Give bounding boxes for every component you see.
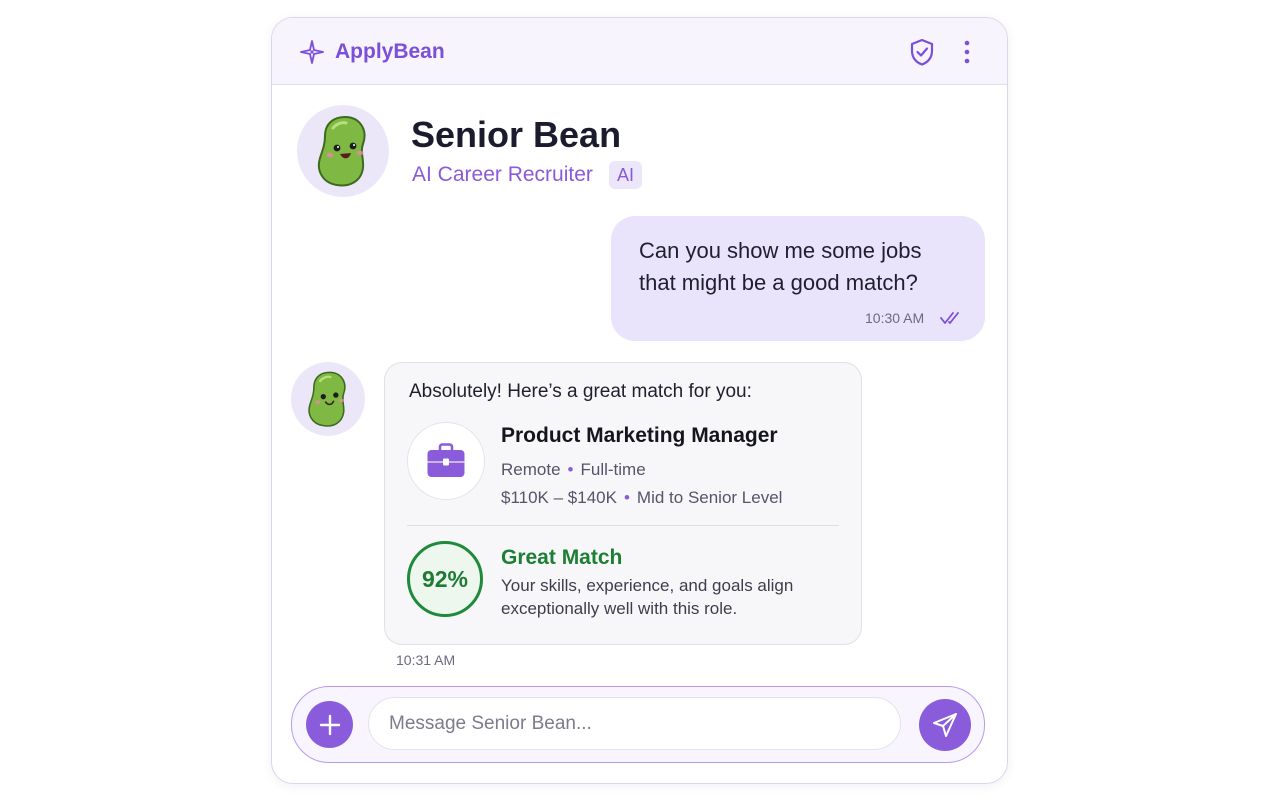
bean-mascot-icon [318,115,366,187]
user-message-bubble: Can you show me some jobs that might be … [611,216,985,341]
job-salary: $110K – $140K [501,488,617,507]
job-title[interactable]: Product Marketing Manager [501,424,778,448]
bot-message-time: 10:31 AM [396,652,456,668]
message-input[interactable] [368,697,901,750]
job-meta-row: $110K – $140K • Mid to Senior Level [501,488,782,508]
profile-name: Senior Bean [411,114,622,155]
match-score-ring: 92% [407,541,483,617]
user-message-text: Can you show me some jobs that might be … [639,238,922,295]
divider [407,525,839,526]
user-message-time: 10:30 AM [865,310,925,326]
bean-mascot-icon [308,371,346,427]
chat-window: ApplyBean Senior Bean AI Career Recruite… [271,17,1008,784]
bot-message-bubble: Absolutely! Here’s a great match for you… [384,362,862,645]
match-description: Your skills, experience, and goals align… [501,576,794,618]
shield-check-icon[interactable] [909,38,935,66]
separator-dot: • [623,488,630,507]
sparkle-icon [300,40,324,64]
top-bar: ApplyBean [272,18,1007,85]
separator-dot: • [567,460,574,479]
attach-button[interactable] [306,701,353,748]
plus-icon [319,714,340,735]
message-composer [291,686,985,763]
bot-message-intro: Absolutely! Here’s a great match for you… [409,381,752,402]
match-score: 92% [421,565,469,592]
match-title: Great Match [501,546,623,569]
profile-role: AI Career Recruiter [412,163,593,186]
job-meta-row: Remote • Full-time [501,460,646,480]
job-icon-container [407,422,485,500]
job-employment-type: Full-time [580,460,646,479]
more-vertical-icon[interactable] [960,38,974,66]
profile-avatar [297,105,389,197]
job-level: Mid to Senior Level [636,488,783,507]
bot-avatar [291,362,365,436]
job-location: Remote [501,460,561,479]
brand-name: ApplyBean [335,40,445,63]
send-button[interactable] [919,699,971,751]
double-check-icon [940,312,959,324]
briefcase-icon [427,443,465,477]
send-icon [933,713,957,737]
ai-badge: AI [609,161,643,189]
